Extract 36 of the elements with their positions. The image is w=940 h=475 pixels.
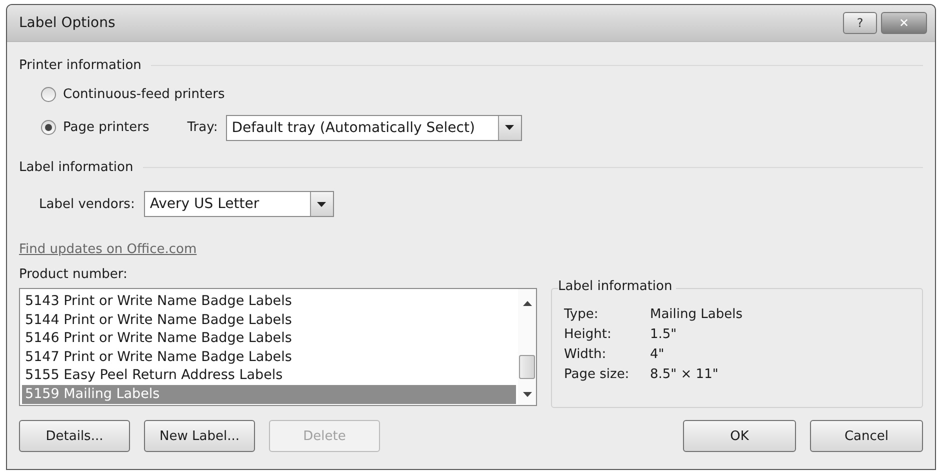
scroll-thumb[interactable] [519,355,535,379]
tray-label: Tray: [187,120,218,135]
radio-button[interactable] [41,120,56,135]
scroll-bar[interactable] [518,289,536,405]
list-item[interactable]: 5147 Print or Write Name Badge Labels [22,348,516,366]
vendors-label: Label vendors: [39,196,135,212]
detail-label: Height: [564,327,612,342]
list-item[interactable]: 5143 Print or Write Name Badge Labels [22,292,516,311]
updates-link[interactable]: Find updates on Office.com [19,242,197,257]
list-item[interactable]: 5155 Easy Peel Return Address Labels [22,366,516,385]
list-item[interactable]: 5144 Print or Write Name Badge Labels [22,310,516,330]
dialog-button[interactable]: New Label... [144,420,255,452]
vendors-dropdown[interactable]: Avery US Letter [144,191,334,217]
tray-dropdown[interactable]: Default tray (Automatically Select) [226,114,522,140]
section-heading: Label information [19,160,134,174]
detail-label: Page size: [564,367,630,382]
radio-label: Page printers [63,120,150,135]
detail-value: 8.5" × 11" [650,367,720,382]
scroll-up-icon[interactable] [522,301,532,306]
section-heading: Printer information [19,58,142,72]
detail-value: 4" [650,347,666,362]
detail-value: Mailing Labels [650,307,744,322]
product-number-label: Product number: [19,267,128,282]
dialog-button[interactable]: OK [683,420,796,452]
radio-button[interactable] [41,87,56,102]
scroll-down-icon[interactable] [522,392,532,397]
product-list[interactable] [19,288,537,406]
detail-value: 1.5" [650,327,678,342]
detail-label: Type: [564,307,600,322]
radio-label: Continuous-feed printers [63,87,225,102]
detail-label: Width: [564,347,608,362]
list-item[interactable]: 5146 Print or Write Name Badge Labels [22,329,516,348]
dialog-button[interactable]: Cancel [810,420,923,452]
help-button[interactable]: ? [843,12,877,34]
window-title: Label Options [19,15,116,31]
dialog-button[interactable]: Details... [19,420,130,452]
